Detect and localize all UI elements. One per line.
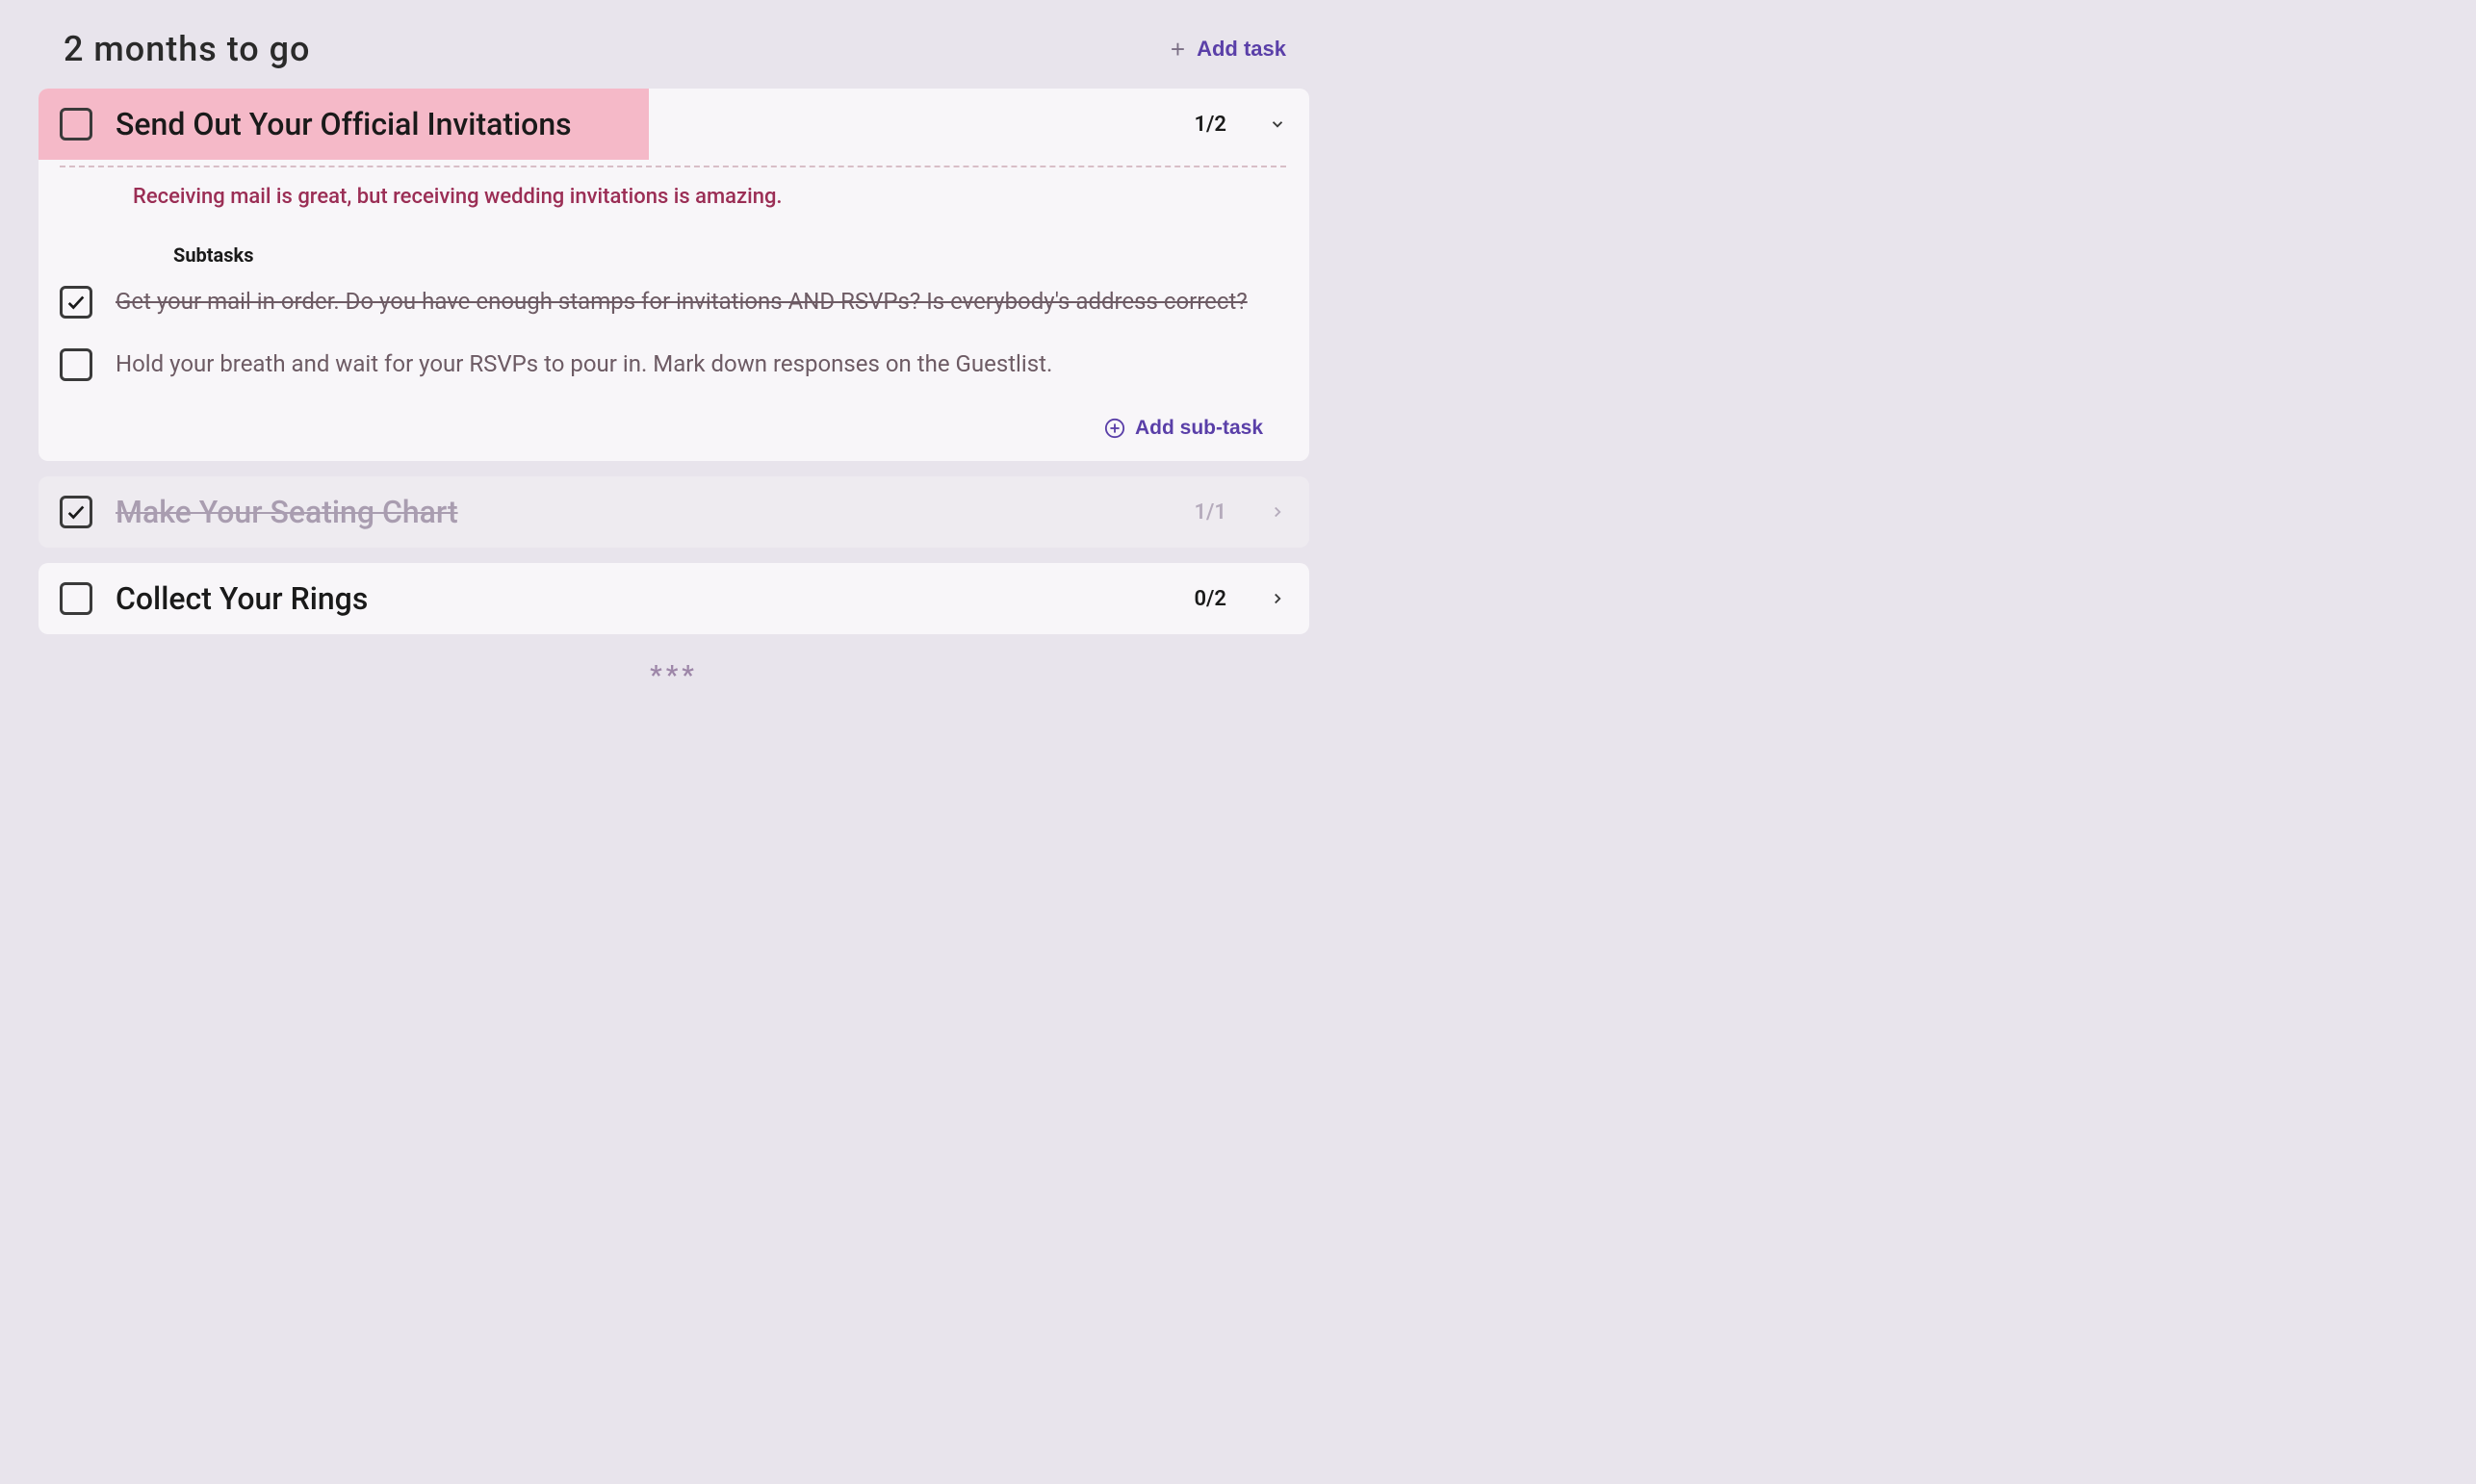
task-header[interactable]: Collect Your Rings 0/2 <box>39 563 1309 634</box>
add-subtask-button[interactable]: Add sub-task <box>1104 417 1263 440</box>
task-card: Collect Your Rings 0/2 <box>39 563 1309 634</box>
subtask-row: Get your mail in order. Do you have enou… <box>60 284 1286 346</box>
task-counter: 0/2 <box>1194 587 1226 611</box>
subtask-row: Hold your breath and wait for your RSVPs… <box>60 346 1286 409</box>
task-checkbox[interactable] <box>60 108 92 141</box>
task-title: Make Your Seating Chart <box>116 494 1171 530</box>
chevron-down-icon <box>1269 115 1286 133</box>
task-counter: 1/1 <box>1194 500 1226 525</box>
task-header[interactable]: Make Your Seating Chart 1/1 <box>39 476 1309 548</box>
task-title: Send Out Your Official Invitations <box>116 106 1171 142</box>
checkmark-icon <box>65 501 87 523</box>
section-header: 2 months to go + Add task <box>39 29 1309 89</box>
task-title: Collect Your Rings <box>116 580 1171 617</box>
task-description: Receiving mail is great, but receiving w… <box>60 185 1286 209</box>
subtask-checkbox[interactable] <box>60 286 92 319</box>
dashed-divider <box>60 166 1286 167</box>
checkmark-icon <box>65 292 87 313</box>
task-header[interactable]: Send Out Your Official Invitations 1/2 <box>39 89 1309 160</box>
add-task-label: Add task <box>1197 37 1286 62</box>
task-checkbox[interactable] <box>60 582 92 615</box>
add-subtask-label: Add sub-task <box>1135 417 1263 440</box>
chevron-right-icon <box>1269 503 1286 521</box>
subtasks-heading: Subtasks <box>60 243 1286 267</box>
task-card: Make Your Seating Chart 1/1 <box>39 476 1309 548</box>
circle-plus-icon <box>1104 418 1125 439</box>
subtask-checkbox[interactable] <box>60 348 92 381</box>
task-body: Receiving mail is great, but receiving w… <box>39 160 1309 461</box>
section-divider: *** <box>39 650 1309 691</box>
task-checkbox[interactable] <box>60 496 92 528</box>
plus-icon: + <box>1171 37 1185 62</box>
subtask-text: Hold your breath and wait for your RSVPs… <box>116 346 1286 382</box>
chevron-right-icon <box>1269 590 1286 607</box>
add-subtask-row: Add sub-task <box>60 409 1286 440</box>
add-task-button[interactable]: + Add task <box>1171 37 1309 62</box>
task-card: Send Out Your Official Invitations 1/2 R… <box>39 89 1309 461</box>
subtask-text: Get your mail in order. Do you have enou… <box>116 284 1286 320</box>
task-counter: 1/2 <box>1194 113 1226 137</box>
section-title: 2 months to go <box>64 29 310 69</box>
